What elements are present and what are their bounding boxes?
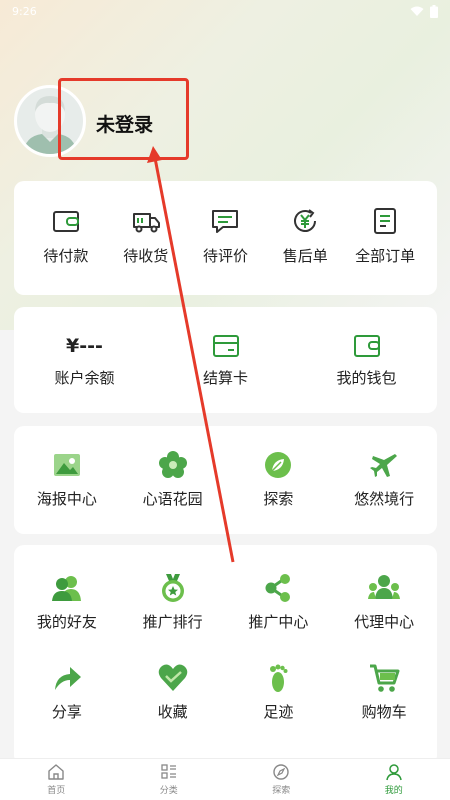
tab-category[interactable]: 分类 [113, 759, 226, 800]
compass-icon [273, 764, 289, 780]
user-icon [386, 764, 402, 781]
home-icon [48, 764, 64, 780]
category-icon [161, 764, 176, 779]
annotation-arrow [147, 146, 235, 563]
tab-home[interactable]: 首页 [0, 759, 113, 800]
bottom-tab-bar: 首页 分类 探索 我的 [0, 758, 450, 800]
tab-explore[interactable]: 探索 [225, 759, 338, 800]
tab-mine[interactable]: 我的 [338, 759, 450, 800]
